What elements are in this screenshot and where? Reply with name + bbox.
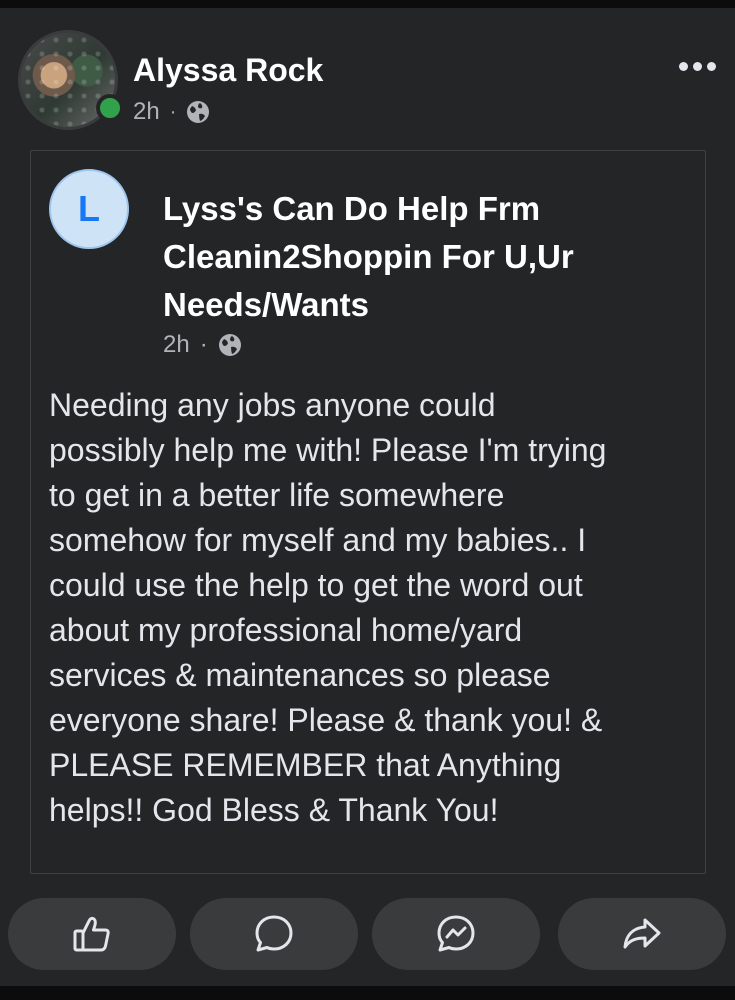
shared-post[interactable]: L Lyss's Can Do Help Frm Cleanin2Shoppin… — [30, 150, 706, 874]
comment-button[interactable] — [190, 898, 358, 970]
like-icon — [73, 916, 110, 952]
more-dot — [678, 61, 688, 71]
share-icon — [623, 918, 661, 949]
comment-icon — [255, 915, 293, 952]
post-body-text: Needing any jobs anyone could possibly h… — [49, 387, 607, 828]
share-button[interactable] — [558, 898, 726, 970]
shared-post-meta: 2h · — [163, 331, 242, 359]
post-card: Alyssa Rock 2h · L Lyss's Can Do Help Fr… — [0, 8, 735, 986]
page-name[interactable]: Lyss's Can Do Help Frm Cleanin2Shoppin F… — [163, 185, 663, 329]
action-bar — [0, 898, 735, 978]
messenger-button[interactable] — [372, 898, 540, 970]
post-meta: 2h · — [133, 98, 210, 126]
screen-top-edge — [0, 0, 735, 8]
globe-icon[interactable] — [186, 100, 210, 124]
globe-icon[interactable] — [218, 333, 242, 357]
more-dot — [706, 61, 716, 71]
messenger-icon — [437, 915, 475, 952]
more-options-button[interactable] — [672, 48, 722, 84]
post-time[interactable]: 2h — [133, 98, 160, 126]
online-status-dot — [96, 94, 124, 122]
more-dot — [692, 61, 702, 71]
author-name[interactable]: Alyssa Rock — [133, 52, 323, 89]
like-button[interactable] — [8, 898, 176, 970]
page-avatar[interactable]: L — [49, 169, 129, 249]
meta-separator: · — [199, 331, 208, 358]
meta-separator: · — [169, 100, 177, 123]
screen-bottom-edge — [0, 986, 735, 1000]
shared-post-time[interactable]: 2h — [163, 331, 190, 359]
